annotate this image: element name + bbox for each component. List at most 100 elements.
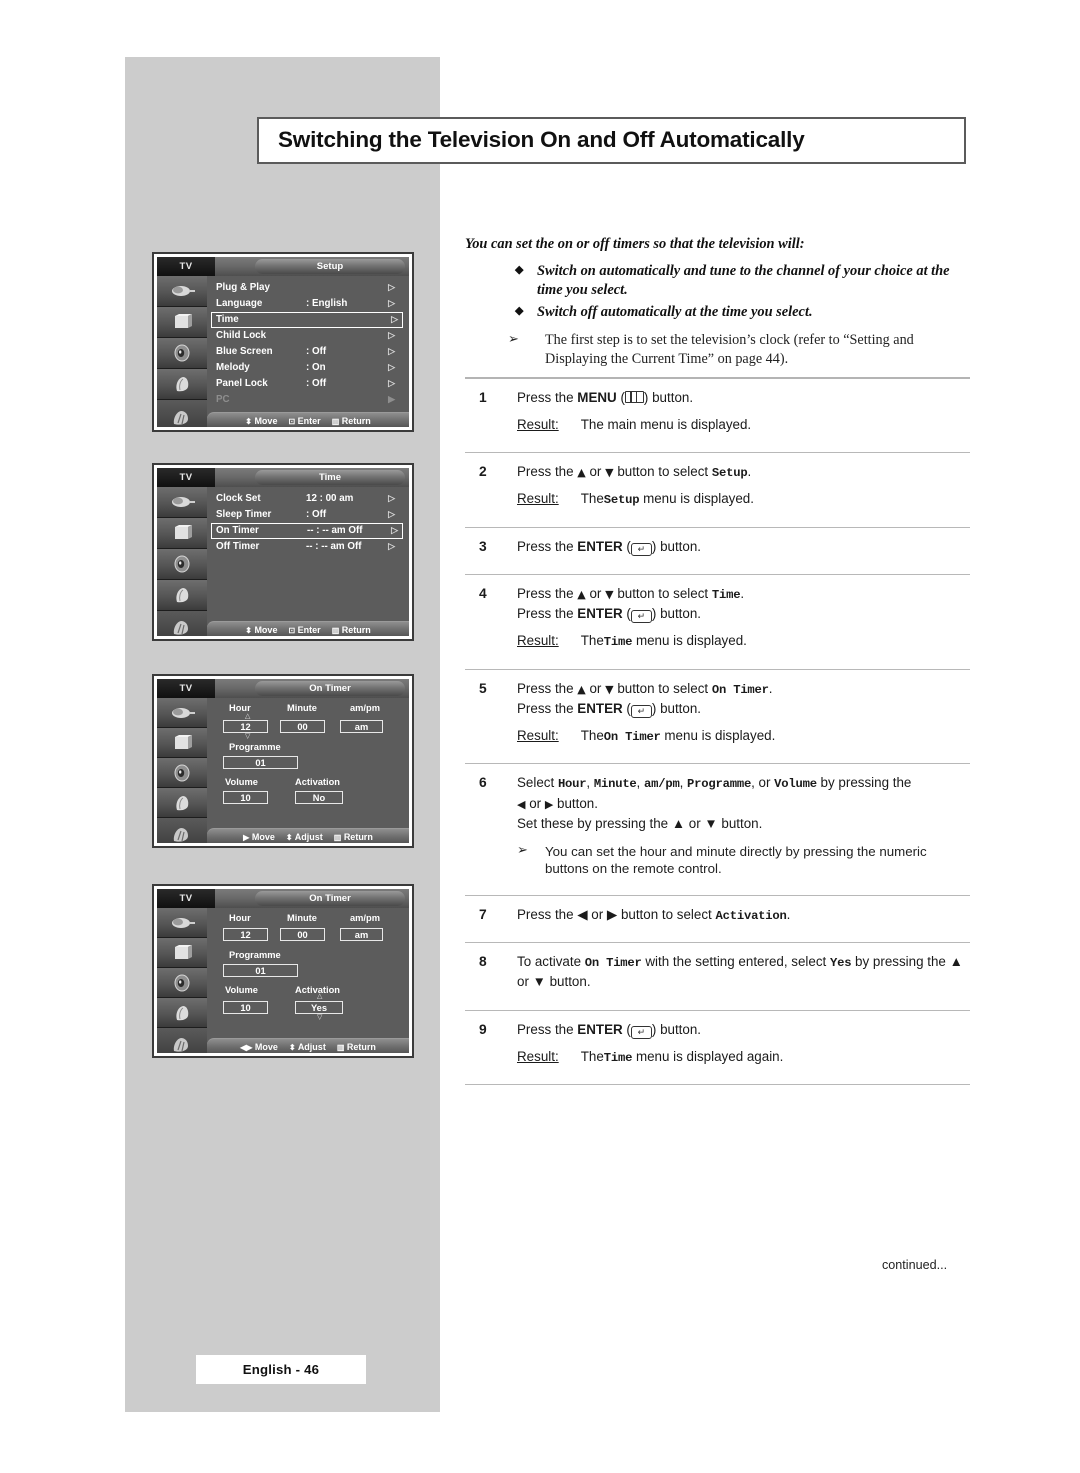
osd-footer-return: ▥ Return — [336, 1042, 376, 1052]
step-text-part: . — [747, 464, 752, 480]
field-minute[interactable]: 00 — [280, 928, 325, 941]
osd-footer-return: ▥ Return — [333, 832, 373, 842]
rail-icon-picture[interactable] — [157, 276, 207, 307]
field-programme[interactable]: 01 — [223, 756, 298, 769]
step-text-part: button. — [648, 389, 694, 405]
osd-footer-adjust: ⬍ Adjust — [288, 1042, 326, 1052]
menu-key-icon: ▥ — [331, 626, 340, 635]
rail-icon-sound[interactable] — [157, 758, 207, 788]
step-text-part: button. — [656, 538, 702, 554]
osd-titlebar: TV On Timer — [157, 889, 409, 908]
menu-button-icon — [624, 390, 644, 403]
arrow-bullet-icon: ➢ — [517, 842, 528, 858]
rail-icon-setup[interactable] — [157, 611, 207, 636]
result-text: menu is displayed. — [632, 633, 747, 649]
rail-icon-feature[interactable] — [157, 788, 207, 818]
osd-row[interactable]: Off Timer -- : -- am Off ▷ — [207, 539, 409, 555]
field-ampm[interactable]: am — [340, 928, 383, 941]
down-triangle-icon: ▼ — [605, 587, 614, 601]
osd-row-value: 12 : 00 am — [306, 493, 354, 504]
rail-icon-picture[interactable] — [157, 908, 207, 938]
rail-icon-setup[interactable] — [157, 400, 207, 427]
osd-row[interactable]: Language : English ▷ — [207, 296, 409, 312]
field-volume[interactable]: 10 — [223, 1001, 268, 1014]
rail-icon-channel[interactable] — [157, 728, 207, 758]
osd-row-selected[interactable]: On Timer -- : -- am Off ▷ — [211, 523, 403, 539]
rail-icon-feature[interactable] — [157, 580, 207, 611]
osd-row-value: -- : -- am Off — [307, 525, 363, 536]
result-text: The — [580, 1048, 604, 1064]
hand-pointer-icon — [176, 588, 189, 603]
step-result: Result: The Setup menu is displayed. — [517, 489, 970, 509]
step-3: 3 Press the ENTER (↵) button. — [465, 528, 970, 566]
rail-icon-channel[interactable] — [157, 518, 207, 549]
result-mono-term: Time — [603, 1050, 633, 1065]
osd-row[interactable]: Plug & Play ▷ — [207, 280, 409, 296]
field-activation[interactable]: Yes — [295, 1001, 343, 1014]
rail-icon-channel[interactable] — [157, 307, 207, 338]
osd-row-label: Off Timer — [216, 541, 260, 552]
rail-icon-feature[interactable] — [157, 998, 207, 1028]
step-6: 6 Select Hour, Minute, am/pm, Programme,… — [465, 764, 970, 887]
field-minute[interactable]: 00 — [280, 720, 325, 733]
osd-row[interactable]: Melody : On ▷ — [207, 360, 409, 376]
osd-row-value: : Off — [306, 378, 327, 389]
field-hour[interactable]: 12 — [223, 720, 268, 733]
step-result: Result: The On Timer menu is displayed. — [517, 726, 970, 746]
up-arrow-icon: △ — [245, 713, 251, 720]
step-1: 1 Press the MENU () button. Result: The m… — [465, 379, 970, 444]
rail-icon-sound[interactable] — [157, 968, 207, 998]
osd-row[interactable]: Clock Set 12 : 00 am ▷ — [207, 491, 409, 507]
right-arrow-icon: ▶ — [243, 833, 250, 842]
rail-icon-picture[interactable] — [157, 487, 207, 518]
chevron-right-icon: ▷ — [388, 298, 395, 308]
rail-icon-setup[interactable] — [157, 1028, 207, 1053]
intro-bullet-text: Switch off automatically at the time you… — [537, 304, 813, 321]
osd-footer-bar: ⬍ Move ⊡ Enter ▥ Return — [207, 621, 409, 636]
osd-icon-rail — [157, 908, 207, 1053]
step-text-part: Press the — [517, 538, 578, 554]
result-text: The — [580, 633, 604, 649]
intro-bullet: ◆ Switch off automatically at the time y… — [465, 303, 970, 322]
step-text-part: button. — [553, 795, 598, 811]
step-text-line2: Press the ENTER (↵) button. — [517, 700, 702, 718]
step-text-part: . — [740, 585, 745, 601]
step-text-part: . — [786, 906, 791, 922]
step-mono-term: Yes — [829, 956, 852, 971]
result-label: Result: — [517, 417, 559, 433]
osd-row-label: Clock Set — [216, 493, 261, 504]
osd-row[interactable]: Panel Lock : Off ▷ — [207, 376, 409, 392]
rail-icon-setup[interactable] — [157, 818, 207, 843]
intro-bullet: ◆ Switch on automatically and tune to th… — [465, 262, 970, 300]
field-label-minute: Minute — [287, 703, 317, 713]
fingers-icon — [173, 1037, 188, 1052]
rail-icon-sound[interactable] — [157, 338, 207, 369]
osd-footer-return: ▥ Return — [331, 625, 371, 635]
step-text-part: Press the — [517, 389, 578, 405]
rail-icon-channel[interactable] — [157, 938, 207, 968]
step-number: 7 — [479, 906, 487, 922]
field-volume[interactable]: 10 — [223, 791, 268, 804]
field-programme[interactable]: 01 — [223, 964, 298, 977]
rail-icon-feature[interactable] — [157, 369, 207, 400]
up-triangle-icon: ▲ — [577, 466, 586, 480]
step-mono-term: Setup — [711, 466, 748, 481]
fingers-icon — [173, 410, 188, 425]
hand-pointer-icon — [176, 795, 189, 810]
rail-icon-sound[interactable] — [157, 549, 207, 580]
osd-row-selected[interactable]: Time ▷ — [211, 312, 403, 328]
step-mono-term: Time — [711, 587, 741, 602]
step-number: 4 — [479, 585, 487, 601]
osd-row-value: : English — [306, 298, 348, 309]
osd-row[interactable]: Blue Screen : Off ▷ — [207, 344, 409, 360]
result-mono-term: On Timer — [603, 729, 661, 744]
step-text-part: . — [768, 680, 773, 696]
osd-row[interactable]: Sleep Timer : Off ▷ — [207, 507, 409, 523]
osd-row[interactable]: Child Lock ▷ — [207, 328, 409, 344]
osd-screenshot-ontimer-no: TV On Timer Hour Minute am/pm △ 12 ▽ 00 … — [152, 674, 414, 848]
field-ampm[interactable]: am — [340, 720, 383, 733]
osd-row-value: -- : -- am Off — [306, 541, 362, 552]
field-hour[interactable]: 12 — [223, 928, 268, 941]
rail-icon-picture[interactable] — [157, 698, 207, 728]
field-activation[interactable]: No — [295, 791, 343, 804]
